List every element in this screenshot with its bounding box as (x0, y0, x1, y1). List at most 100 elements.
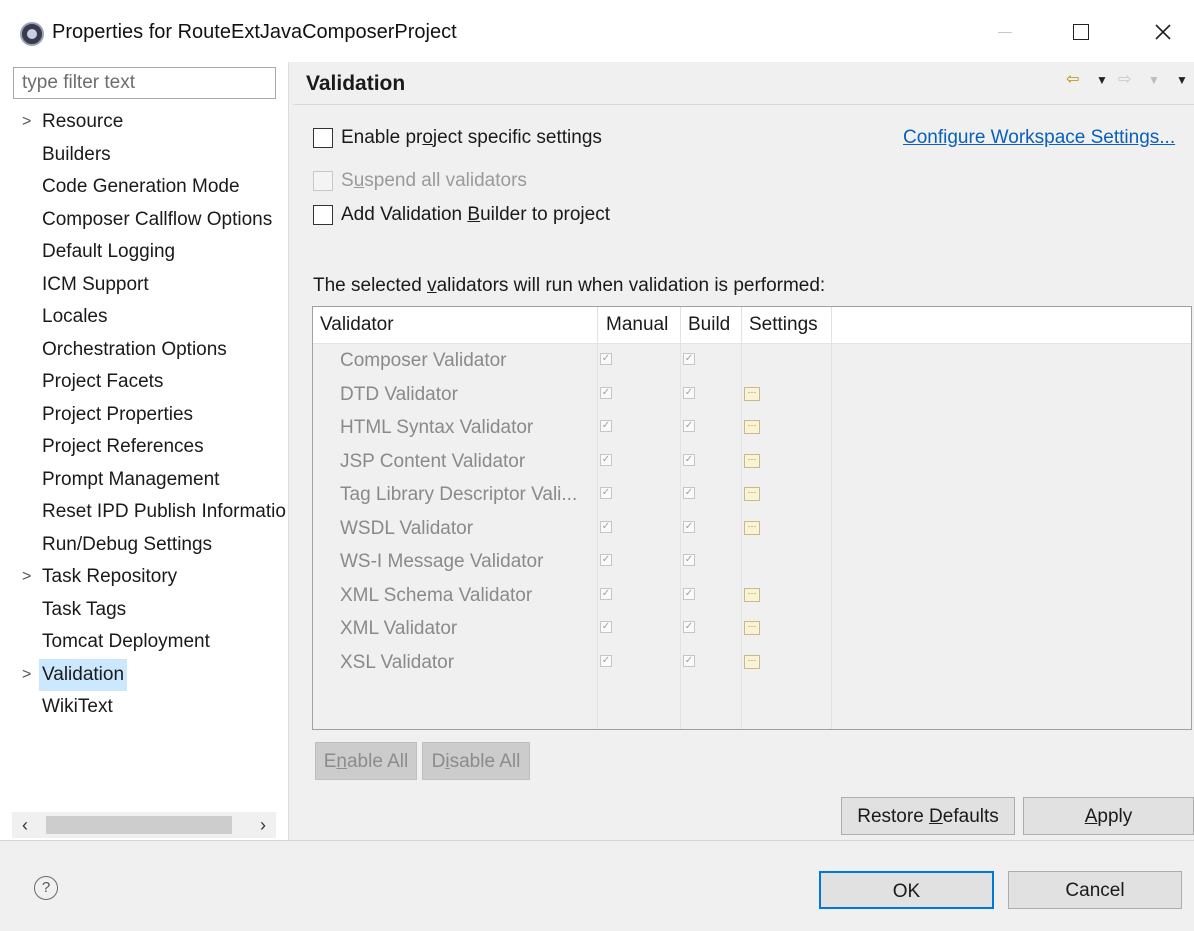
validator-name[interactable]: XML Schema Validator (340, 579, 532, 612)
settings-ellipsis-icon[interactable]: ··· (744, 655, 760, 669)
suspend-validators-label[interactable]: Suspend all validators (341, 170, 527, 192)
footer-divider (0, 840, 1194, 841)
back-menu-icon[interactable]: ▼ (1096, 73, 1108, 87)
tree-item-reset-ipd-publish-information[interactable]: Reset IPD Publish Information (42, 496, 286, 528)
validator-name[interactable]: XML Validator (340, 612, 457, 645)
view-menu-icon[interactable]: ▼ (1176, 73, 1188, 87)
enable-project-settings-checkbox[interactable] (313, 128, 333, 148)
build-checkbox[interactable]: ✓ (683, 353, 695, 365)
validator-name[interactable]: XSL Validator (340, 646, 454, 679)
window-title: Properties for RouteExtJavaComposerProje… (52, 21, 457, 43)
close-button[interactable] (1140, 12, 1186, 52)
tree-item-icm-support[interactable]: ICM Support (42, 269, 149, 301)
build-checkbox[interactable]: ✓ (683, 521, 695, 533)
manual-checkbox[interactable]: ✓ (600, 454, 612, 466)
tree-item-validation[interactable]: Validation (39, 659, 128, 691)
build-checkbox[interactable]: ✓ (683, 487, 695, 499)
manual-checkbox[interactable]: ✓ (600, 588, 612, 600)
column-divider (741, 307, 742, 729)
preference-tree: > Resource Builders Code Generation Mode… (0, 106, 286, 806)
forward-menu-icon[interactable]: ▼ (1148, 73, 1160, 87)
add-validation-builder-checkbox[interactable] (313, 205, 333, 225)
validator-name[interactable]: DTD Validator (340, 378, 458, 411)
ok-button[interactable]: OK (819, 871, 994, 909)
settings-ellipsis-icon[interactable]: ··· (744, 621, 760, 635)
validator-name[interactable]: JSP Content Validator (340, 445, 525, 478)
settings-ellipsis-icon[interactable]: ··· (744, 487, 760, 501)
cancel-button[interactable]: Cancel (1008, 871, 1182, 909)
tree-item-wikitext[interactable]: WikiText (42, 691, 113, 723)
validator-name[interactable]: HTML Syntax Validator (340, 411, 533, 444)
back-arrow-icon[interactable]: ⇦ (1066, 69, 1079, 89)
add-validation-builder-label[interactable]: Add Validation Builder to project (341, 204, 610, 226)
tree-item-code-generation-mode[interactable]: Code Generation Mode (42, 171, 240, 203)
settings-ellipsis-icon[interactable]: ··· (744, 521, 760, 535)
column-divider (831, 307, 832, 729)
manual-checkbox[interactable]: ✓ (600, 420, 612, 432)
build-checkbox[interactable]: ✓ (683, 655, 695, 667)
build-checkbox[interactable]: ✓ (683, 588, 695, 600)
settings-ellipsis-icon[interactable]: ··· (744, 588, 760, 602)
manual-checkbox[interactable]: ✓ (600, 353, 612, 365)
tree-item-default-logging[interactable]: Default Logging (42, 236, 175, 268)
tree-item-composer-callflow-options[interactable]: Composer Callflow Options (42, 204, 272, 236)
manual-checkbox[interactable]: ✓ (600, 621, 612, 633)
column-header-settings[interactable]: Settings (749, 307, 818, 343)
settings-ellipsis-icon[interactable]: ··· (744, 420, 760, 434)
tree-item-project-facets[interactable]: Project Facets (42, 366, 163, 398)
tree-item-task-repository[interactable]: Task Repository (42, 561, 177, 593)
enable-all-button[interactable]: Enable All (315, 742, 417, 780)
settings-ellipsis-icon[interactable]: ··· (744, 454, 760, 468)
manual-checkbox[interactable]: ✓ (600, 554, 612, 566)
settings-ellipsis-icon[interactable]: ··· (744, 387, 760, 401)
tree-item-run-debug-settings[interactable]: Run/Debug Settings (42, 529, 212, 561)
page-title: Validation (306, 72, 406, 95)
tree-item-builders[interactable]: Builders (42, 139, 111, 171)
enable-project-settings-label[interactable]: Enable project specific settings (341, 127, 602, 149)
validator-name[interactable]: Composer Validator (340, 344, 507, 377)
expand-chevron-icon[interactable]: > (22, 106, 31, 138)
tree-item-locales[interactable]: Locales (42, 301, 108, 333)
validator-name[interactable]: WSDL Validator (340, 512, 473, 545)
build-checkbox[interactable]: ✓ (683, 554, 695, 566)
tree-item-project-properties[interactable]: Project Properties (42, 399, 193, 431)
help-icon[interactable]: ? (34, 876, 58, 900)
filter-input[interactable] (13, 67, 276, 99)
restore-defaults-button[interactable]: Restore Defaults (841, 797, 1015, 835)
manual-checkbox[interactable]: ✓ (600, 521, 612, 533)
expand-chevron-icon[interactable]: > (22, 659, 31, 691)
maximize-button[interactable] (1058, 12, 1104, 52)
column-header-manual[interactable]: Manual (606, 307, 668, 343)
build-checkbox[interactable]: ✓ (683, 621, 695, 633)
apply-button[interactable]: Apply (1023, 797, 1194, 835)
expand-chevron-icon[interactable]: > (22, 561, 31, 593)
scrollbar-thumb[interactable] (46, 816, 232, 834)
configure-workspace-settings-link[interactable]: Configure Workspace Settings... (903, 127, 1175, 149)
build-checkbox[interactable]: ✓ (683, 420, 695, 432)
tree-item-prompt-management[interactable]: Prompt Management (42, 464, 219, 496)
manual-checkbox[interactable]: ✓ (600, 487, 612, 499)
minimize-button[interactable] (982, 12, 1028, 52)
manual-checkbox[interactable]: ✓ (600, 387, 612, 399)
manual-checkbox[interactable]: ✓ (600, 655, 612, 667)
tree-item-tomcat-deployment[interactable]: Tomcat Deployment (42, 626, 210, 658)
column-header-build[interactable]: Build (688, 307, 730, 343)
column-divider (597, 307, 598, 729)
validator-name[interactable]: Tag Library Descriptor Vali... (340, 478, 577, 511)
tree-item-task-tags[interactable]: Task Tags (42, 594, 126, 626)
build-checkbox[interactable]: ✓ (683, 387, 695, 399)
validator-name[interactable]: WS-I Message Validator (340, 545, 543, 578)
tree-item-orchestration-options[interactable]: Orchestration Options (42, 334, 227, 366)
maximize-icon (1073, 24, 1089, 40)
forward-arrow-icon[interactable]: ⇨ (1118, 69, 1131, 89)
suspend-validators-checkbox[interactable] (313, 171, 333, 191)
scroll-left-icon[interactable]: ‹ (12, 812, 38, 838)
column-header-validator[interactable]: Validator (320, 307, 394, 343)
tree-item-project-references[interactable]: Project References (42, 431, 204, 463)
disable-all-button[interactable]: Disable All (422, 742, 530, 780)
minimize-icon (998, 31, 1012, 33)
scroll-right-icon[interactable]: › (250, 812, 276, 838)
tree-item-resource[interactable]: Resource (42, 106, 123, 138)
build-checkbox[interactable]: ✓ (683, 454, 695, 466)
horizontal-scrollbar[interactable]: ‹ › (12, 812, 276, 838)
